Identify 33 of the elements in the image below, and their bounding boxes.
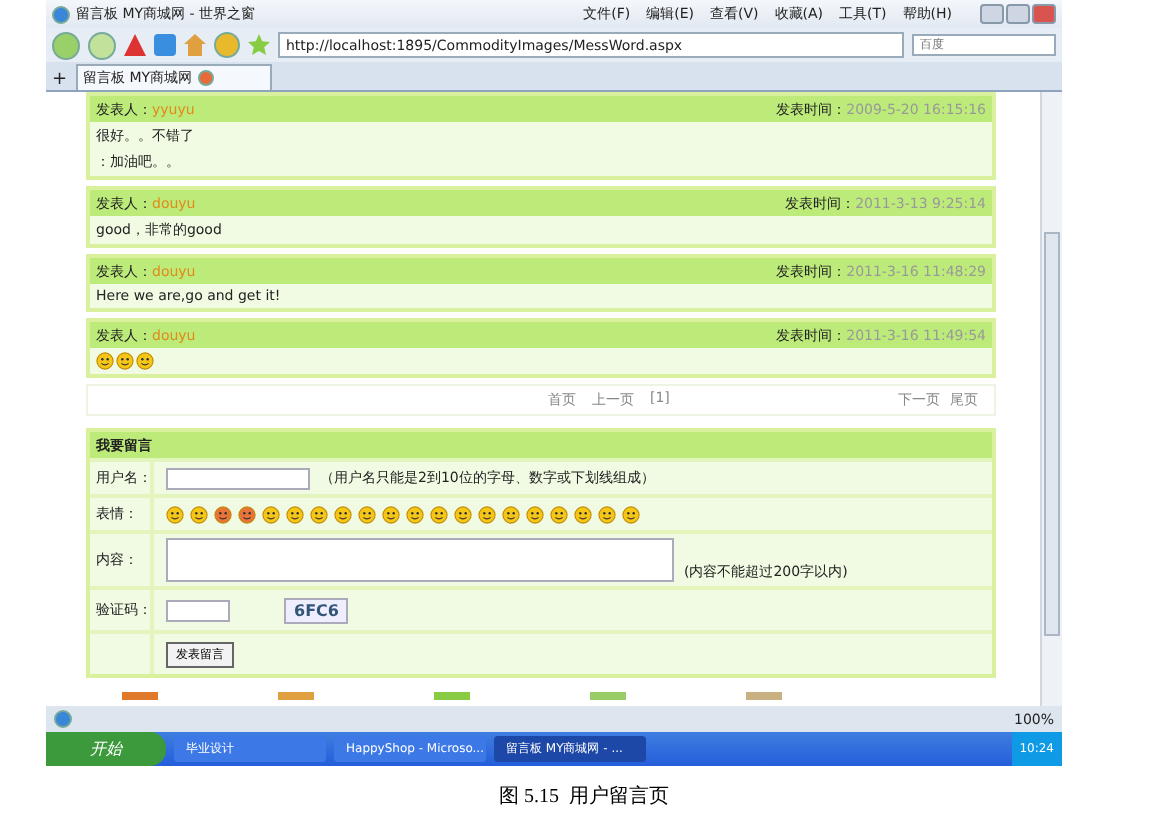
smiley-icon[interactable] xyxy=(238,505,256,523)
smiley-icon[interactable] xyxy=(574,505,592,523)
smiley-icon[interactable] xyxy=(358,505,376,523)
new-tab-button[interactable]: + xyxy=(52,70,68,90)
smiley-icon[interactable] xyxy=(502,505,520,523)
smiley-icon[interactable] xyxy=(430,505,448,523)
smiley-icon[interactable] xyxy=(550,505,568,523)
smiley-icon[interactable] xyxy=(526,505,544,523)
smiley-icon[interactable] xyxy=(262,505,280,523)
username-field[interactable] xyxy=(166,467,310,489)
start-button[interactable]: 开始 xyxy=(46,732,166,766)
content-field[interactable] xyxy=(166,538,674,582)
close-button[interactable] xyxy=(1032,4,1056,24)
smiley-icon[interactable] xyxy=(598,505,616,523)
smiley-icon[interactable] xyxy=(136,352,154,370)
smiley-icon[interactable] xyxy=(334,505,352,523)
smiley-icon[interactable] xyxy=(286,505,304,523)
smiley-icon[interactable] xyxy=(382,505,400,523)
figure-caption: 图 5.15 用户留言页 xyxy=(499,783,669,810)
smiley-icon[interactable] xyxy=(190,505,208,523)
smiley-icon[interactable] xyxy=(116,352,134,370)
scrollbar[interactable] xyxy=(1040,92,1062,706)
smiley-icon[interactable] xyxy=(310,505,328,523)
smiley-icon[interactable] xyxy=(454,505,472,523)
smiley-icon[interactable] xyxy=(406,505,424,523)
star-icon[interactable] xyxy=(248,34,270,56)
smiley-icon[interactable] xyxy=(214,505,232,523)
smiley-icon[interactable] xyxy=(622,505,640,523)
captcha-field[interactable] xyxy=(166,599,230,621)
smiley-icon[interactable] xyxy=(166,505,184,523)
smiley-icon[interactable] xyxy=(96,352,114,370)
smiley-icon[interactable] xyxy=(478,505,496,523)
captcha-image: 6FC6 xyxy=(284,597,349,623)
